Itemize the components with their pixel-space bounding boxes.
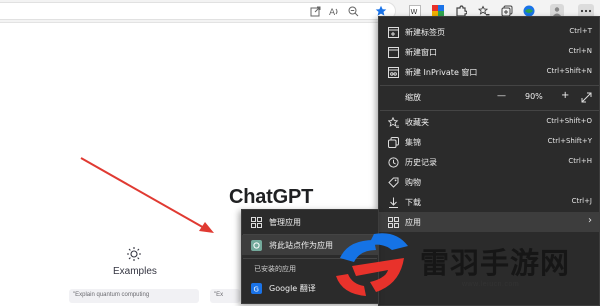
menu-item-history[interactable]: 历史记录 Ctrl+H	[379, 152, 600, 172]
apps-grid-icon	[387, 216, 399, 228]
menu-item-label: 新建 InPrivate 窗口	[405, 68, 478, 77]
zoom-in-button[interactable]: +	[561, 90, 569, 101]
menu-item-label: Google 翻译	[269, 284, 316, 293]
menu-item-label: 收藏夹	[405, 118, 429, 127]
menu-item-shortcut: Ctrl+Shift+O	[546, 117, 592, 125]
watermark-url: www.leiucn.com	[462, 281, 520, 288]
chatgpt-site-icon	[250, 239, 262, 251]
zoom-level: 90%	[525, 92, 543, 101]
new-window-icon	[387, 46, 399, 58]
zoom-out-icon[interactable]	[346, 4, 360, 18]
menu-item-downloads[interactable]: 下载 Ctrl+J	[379, 192, 600, 212]
favorites-icon	[387, 116, 399, 128]
example-card[interactable]: "Ex	[210, 289, 240, 303]
menu-item-apps[interactable]: 应用 ›	[379, 212, 600, 232]
menu-item-new-window[interactable]: 新建窗口 Ctrl+N	[379, 42, 600, 62]
menu-item-shortcut: Ctrl+Shift+Y	[547, 137, 592, 145]
menu-item-label: 将此站点作为应用	[269, 241, 333, 250]
menu-item-label: 历史记录	[405, 158, 437, 167]
menu-item-new-inprivate[interactable]: 新建 InPrivate 窗口 Ctrl+Shift+N	[379, 62, 600, 82]
zoom-out-button[interactable]: —	[497, 91, 506, 101]
chevron-right-icon: ›	[588, 215, 592, 226]
menu-divider	[380, 85, 599, 86]
watermark-text: 雷羽手游网	[420, 246, 571, 280]
menu-item-label: 新建窗口	[405, 48, 437, 57]
svg-text:W: W	[411, 8, 418, 16]
installed-apps-label: 已安装的应用	[254, 265, 296, 273]
svg-text:G: G	[253, 285, 258, 293]
inprivate-window-icon	[387, 66, 399, 78]
fullscreen-icon[interactable]	[580, 91, 592, 103]
menu-item-shortcut: Ctrl+J	[571, 197, 592, 205]
read-aloud-icon[interactable]: A	[327, 4, 341, 18]
google-translate-icon: G	[250, 282, 262, 294]
menu-item-shortcut: Ctrl+N	[568, 47, 592, 55]
menu-item-shortcut: Ctrl+T	[569, 27, 592, 35]
history-icon	[387, 156, 399, 168]
menu-item-label: 下载	[405, 198, 421, 207]
watermark-logo	[336, 233, 408, 296]
example-card[interactable]: "Explain quantum computing	[69, 289, 199, 303]
collections-icon	[387, 136, 399, 148]
menu-item-shortcut: Ctrl+H	[568, 157, 592, 165]
menu-item-shopping[interactable]: 购物	[379, 172, 600, 192]
download-icon	[387, 196, 399, 208]
menu-item-label: 购物	[405, 178, 421, 187]
shopping-tag-icon	[387, 176, 399, 188]
menu-item-zoom: 缩放 — 90% +	[379, 87, 600, 107]
manage-apps-icon	[250, 216, 262, 228]
menu-divider	[380, 110, 599, 111]
menu-item-collections[interactable]: 集锦 Ctrl+Shift+Y	[379, 132, 600, 152]
svg-text:A: A	[329, 8, 336, 17]
menu-item-favorites[interactable]: 收藏夹 Ctrl+Shift+O	[379, 112, 600, 132]
submenu-item-manage-apps[interactable]: 管理应用	[242, 212, 378, 232]
menu-item-new-tab[interactable]: 新建标签页 Ctrl+T	[379, 22, 600, 42]
sun-icon	[126, 246, 142, 262]
menu-item-label: 应用	[405, 218, 421, 227]
examples-label: Examples	[113, 266, 157, 277]
new-tab-icon	[387, 26, 399, 38]
menu-item-label: 集锦	[405, 138, 421, 147]
zoom-label: 缩放	[405, 93, 421, 102]
menu-item-label: 管理应用	[269, 218, 301, 227]
menu-item-label: 新建标签页	[405, 28, 445, 37]
page-title: ChatGPT	[229, 186, 314, 208]
open-in-app-icon[interactable]	[308, 4, 322, 18]
menu-item-shortcut: Ctrl+Shift+N	[546, 67, 592, 75]
